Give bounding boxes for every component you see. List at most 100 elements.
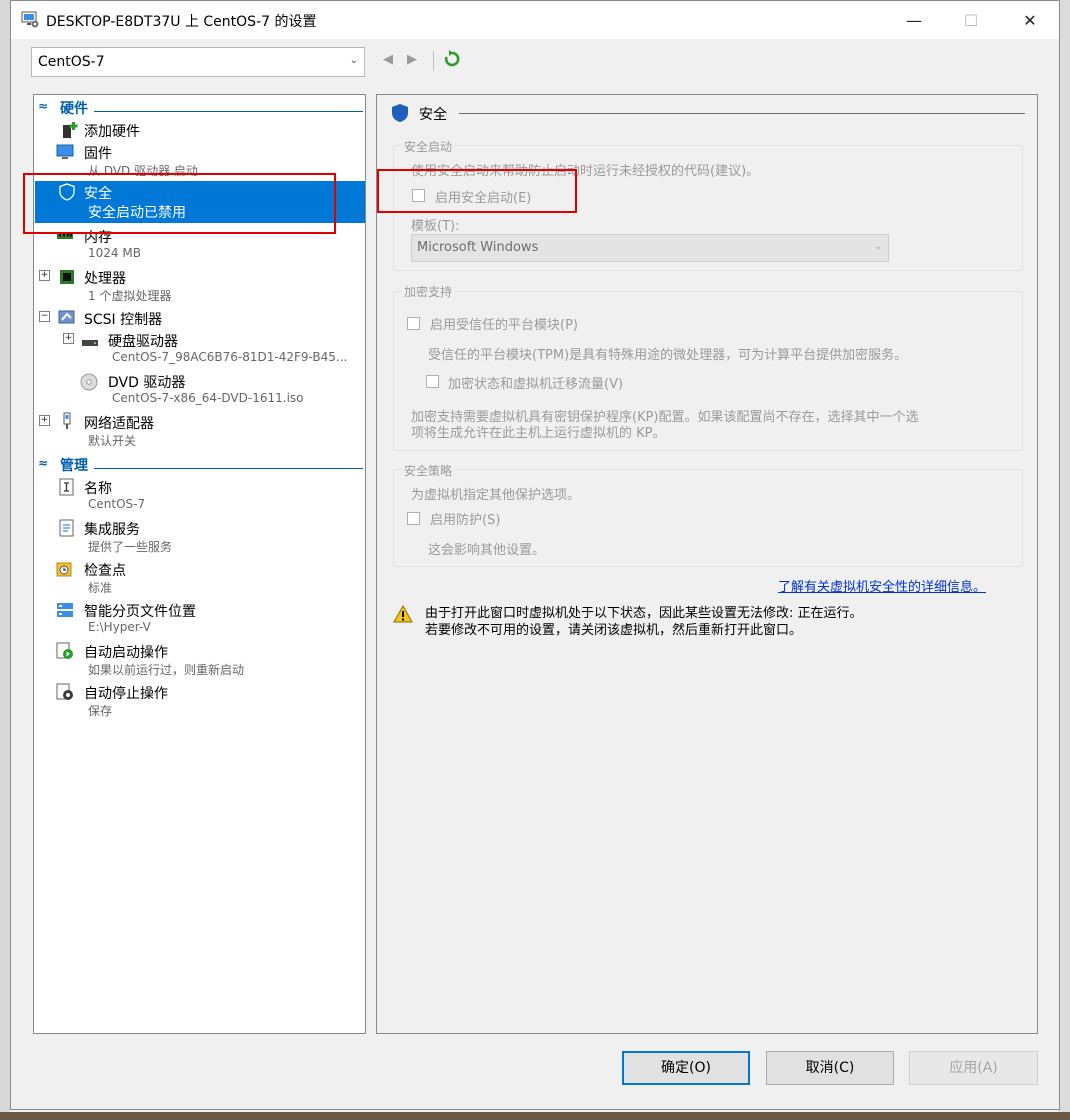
smart-paging-icon (57, 603, 73, 617)
highlight-box-security-item (23, 173, 336, 234)
processor-icon (60, 270, 74, 284)
integration-services-icon (59, 519, 74, 537)
auto-stop-icon (56, 683, 73, 700)
forward-button[interactable]: ▶ (407, 52, 417, 67)
enable-shielding-label: 启用防护(S) (430, 513, 501, 528)
shielding-note: 这会影响其他设置。 (428, 543, 546, 558)
hardware-section-header[interactable]: ≈ 硬件 (34, 98, 365, 117)
tree-item-sub: 提供了一些服务 (88, 540, 173, 554)
enable-tpm-label: 启用受信任的平台模块(P) (430, 318, 578, 333)
encryption-support-legend: 加密支持 (401, 283, 456, 300)
apply-button[interactable]: 应用(A) (909, 1051, 1038, 1085)
refresh-button[interactable] (443, 49, 461, 73)
cancel-button[interactable]: 取消(C) (766, 1051, 894, 1085)
encryption-note-line2: 项将生成允许在此主机上运行虚拟机的 KP。 (411, 426, 666, 441)
tree-item-auto-stop[interactable]: 自动停止操作 保存 (34, 682, 365, 720)
add-hardware-icon (63, 122, 78, 138)
tree-item-smart-paging[interactable]: 智能分页文件位置 E:\Hyper-V (34, 600, 365, 638)
tree-item-label: 自动停止操作 (84, 686, 168, 702)
background-window-edge (0, 0, 10, 1120)
warning-line1: 由于打开此窗口时虚拟机处于以下状态，因此某些设置无法修改: 正在运行。 (425, 606, 863, 621)
tree-item-processor[interactable]: + 处理器 1 个虚拟处理器 (34, 267, 365, 303)
firmware-icon (56, 144, 74, 159)
title-bar: DESKTOP-E8DT37U 上 CentOS-7 的设置 — ☐ ✕ (11, 1, 1059, 39)
chevron-down-icon: ⌄ (349, 55, 358, 66)
tree-item-sub: 如果以前运行过，则重新启动 (88, 663, 245, 677)
tree-item-label: 硬盘驱动器 (108, 334, 178, 350)
vm-selector[interactable]: CentOS-7 ⌄ (31, 47, 365, 77)
collapse-icon: ≈ (38, 456, 49, 470)
tree-item-label: 添加硬件 (84, 124, 140, 140)
template-select[interactable]: Microsoft Windows ⌄ (411, 234, 889, 262)
toolbar-divider (433, 51, 434, 71)
checkpoint-icon (56, 562, 72, 577)
warning-icon (393, 605, 413, 623)
minimize-button[interactable]: — (891, 7, 937, 35)
security-policy-description: 为虚拟机指定其他保护选项。 (411, 488, 581, 503)
tree-item-label: 自动启动操作 (84, 645, 168, 661)
security-settings-panel: 安全 安全启动 使用安全启动来帮助防止启动时运行未经授权的代码(建议)。 启用安… (376, 94, 1038, 1034)
settings-window: DESKTOP-E8DT37U 上 CentOS-7 的设置 — ☐ ✕ Cen… (10, 0, 1060, 1110)
tree-item-sub: CentOS-7 (88, 497, 146, 511)
enable-tpm-checkbox[interactable] (407, 317, 420, 330)
panel-title: 安全 (419, 107, 447, 123)
management-section-header[interactable]: ≈ 管理 (34, 455, 365, 474)
panel-title-rule (459, 113, 1025, 114)
tree-item-label: 名称 (84, 481, 112, 497)
tree-item-add-hardware[interactable]: 添加硬件 (34, 120, 365, 140)
encrypt-traffic-label: 加密状态和虚拟机迁移流量(V) (448, 377, 624, 392)
auto-start-icon (56, 642, 73, 659)
tree-item-label: 网络适配器 (84, 416, 154, 432)
name-icon (59, 478, 74, 496)
enable-shielding-checkbox[interactable] (407, 512, 420, 525)
secure-boot-legend: 安全启动 (401, 138, 456, 155)
tree-item-label: SCSI 控制器 (84, 312, 163, 328)
dvd-drive-icon (80, 373, 98, 391)
template-select-value: Microsoft Windows (417, 240, 539, 255)
tree-item-label: DVD 驱动器 (108, 375, 186, 391)
tree-item-auto-start[interactable]: 自动启动操作 如果以前运行过，则重新启动 (34, 641, 365, 679)
ok-button[interactable]: 确定(O) (622, 1051, 750, 1085)
scsi-controller-icon (58, 310, 75, 324)
maximize-button[interactable]: ☐ (948, 7, 994, 35)
shield-icon (392, 104, 408, 122)
collapse-icon[interactable]: − (39, 311, 50, 322)
close-button[interactable]: ✕ (1007, 7, 1053, 35)
tree-item-sub: 默认开关 (88, 434, 137, 448)
tpm-description: 受信任的平台模块(TPM)是具有特殊用途的微处理器，可为计算平台提供加密服务。 (428, 348, 908, 363)
tree-item-scsi-controller[interactable]: − SCSI 控制器 (34, 308, 365, 328)
management-header-label: 管理 (60, 458, 88, 474)
hard-drive-icon (82, 340, 98, 346)
tree-item-network-adapter[interactable]: + 网络适配器 默认开关 (34, 412, 365, 450)
expand-icon[interactable]: + (63, 333, 74, 344)
vm-settings-icon (21, 11, 39, 28)
expand-icon[interactable]: + (39, 415, 50, 426)
vm-selector-value: CentOS-7 (38, 54, 105, 70)
warning-line2: 若要修改不可用的设置，请关闭该虚拟机，然后重新打开此窗口。 (425, 623, 803, 638)
collapse-icon: ≈ (38, 99, 49, 113)
tree-item-label: 检查点 (84, 563, 126, 579)
section-divider (94, 111, 363, 112)
encrypt-traffic-checkbox[interactable] (426, 375, 439, 388)
tree-item-integration-services[interactable]: 集成服务 提供了一些服务 (34, 518, 365, 556)
tree-item-dvd-drive[interactable]: DVD 驱动器 CentOS-7-x86_64-DVD-1611.iso (34, 371, 365, 409)
network-adapter-icon (63, 412, 71, 429)
tree-item-sub: 标准 (88, 581, 113, 595)
tree-item-sub: CentOS-7-x86_64-DVD-1611.iso (112, 391, 304, 405)
tree-item-sub: CentOS-7_98AC6B76-81D1-42F9-B45... (112, 350, 348, 364)
tree-item-checkpoint[interactable]: 检查点 标准 (34, 559, 365, 597)
tree-item-sub: E:\Hyper-V (88, 620, 151, 634)
security-policy-legend: 安全策略 (401, 462, 456, 479)
tree-item-name[interactable]: 名称 CentOS-7 (34, 477, 365, 515)
chevron-down-icon: ⌄ (874, 242, 882, 252)
tree-item-hard-drive[interactable]: + 硬盘驱动器 CentOS-7_98AC6B76-81D1-42F9-B45.… (34, 330, 365, 368)
tree-item-label: 集成服务 (84, 522, 140, 538)
expand-icon[interactable]: + (39, 270, 50, 281)
refresh-icon (444, 50, 460, 67)
tree-item-sub: 1 个虚拟处理器 (88, 289, 172, 303)
tree-item-sub: 保存 (88, 704, 113, 718)
back-button[interactable]: ◀ (383, 52, 393, 67)
highlight-box-secure-boot-checkbox (377, 169, 577, 213)
tree-item-sub: 1024 MB (88, 246, 141, 260)
security-details-link[interactable]: 了解有关虚拟机安全性的详细信息。 (778, 576, 986, 595)
